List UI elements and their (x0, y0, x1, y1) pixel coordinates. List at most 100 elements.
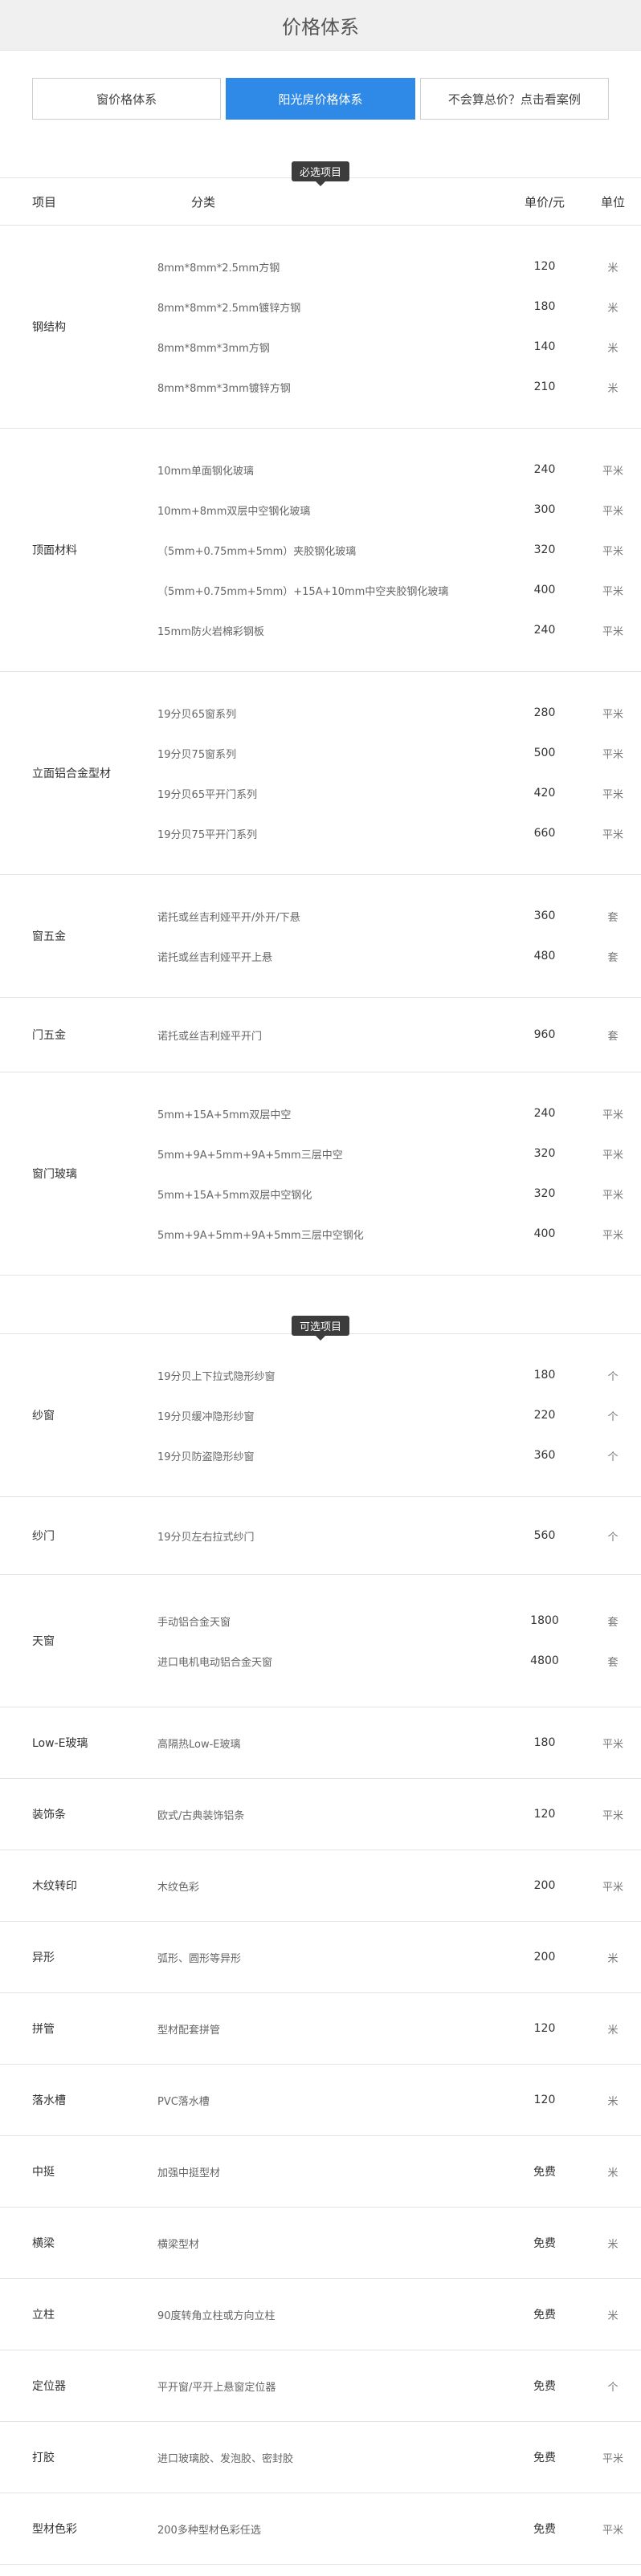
row-category: 8mm*8mm*3mm镀锌方钢 (157, 382, 291, 395)
row-price: 免费 (533, 2237, 556, 2250)
group-name: 窗门玻璃 (32, 1168, 77, 1181)
optional-section-header: 可选项目 (0, 1276, 641, 1336)
optional-groups: 纱窗 19分贝上下拉式隐形纱窗 180 个 19分贝缓冲隐形纱窗 220 个 19分贝防盗隐形… (0, 1334, 641, 2565)
group-rows: 5mm+15A+5mm双层中空 240 平米 5mm+9A+5mm+9A+5mm三层中… (157, 1072, 641, 1275)
group-name: 定位器 (32, 2380, 66, 2393)
group-rows: 诺托或丝吉利娅平开/外开/下悬 360 套诺托或丝吉利娅平开上悬 480 套 (157, 875, 641, 997)
table-row: 高隔热Low-E玻璃 180 平米 (157, 1707, 641, 1778)
table-row: 8mm*8mm*2.5mm方钢 120 米 (157, 246, 641, 287)
table-row: 进口玻璃胶、发泡胶、密封胶 免费 平米 (157, 2422, 641, 2493)
table-row: 19分贝防盗隐形纱窗 360 个 (157, 1435, 641, 1475)
tab-bar: 窗价格体系 阳光房价格体系 不会算总价？点击看案例 (0, 51, 641, 120)
page: 价格体系 窗价格体系 阳光房价格体系 不会算总价？点击看案例 必选项目 项目 分… (0, 0, 641, 2576)
group-rows: 19分贝65窗系列 280 平米 19分贝75窗系列 500 平米 19分贝65平开门系列 4… (157, 672, 641, 874)
group-name: 纱门 (32, 1530, 55, 1543)
row-unit: 平米 (602, 505, 623, 518)
tab-sunroom-price[interactable]: 阳光房价格体系 (226, 78, 415, 120)
group-name: 异形 (32, 1951, 55, 1964)
row-price: 220 (533, 1409, 556, 1422)
row-unit: 平米 (602, 2452, 623, 2465)
row-unit: 套 (607, 951, 619, 964)
row-unit: 米 (607, 302, 619, 315)
row-unit: 平米 (602, 1109, 623, 1121)
row-unit: 平米 (602, 788, 623, 801)
table-row: 5mm+15A+5mm双层中空钢化 320 平米 (157, 1174, 641, 1214)
price-group: 落水槽 PVC落水槽 120 米 (0, 2065, 641, 2136)
row-category: 手动铝合金天窗 (157, 1616, 231, 1629)
row-unit: 个 (607, 1451, 619, 1463)
row-category: 19分贝缓冲隐形纱窗 (157, 1410, 255, 1423)
row-unit: 平米 (602, 2524, 623, 2537)
price-group: 中挺 加强中挺型材 免费 米 (0, 2136, 641, 2208)
table-row: 19分贝左右拉式纱门 560 个 (157, 1497, 641, 1574)
row-price: 1800 (530, 1614, 559, 1627)
group-rows: 8mm*8mm*2.5mm方钢 120 米 8mm*8mm*2.5mm镀锌方钢 180 米… (157, 226, 641, 428)
table-row: 诺托或丝吉利娅平开门 960 套 (157, 998, 641, 1072)
row-price: 免费 (533, 2523, 556, 2536)
price-group: 立柱 90度转角立柱或方向立柱 免费 米 (0, 2279, 641, 2350)
table-row: 19分贝65窗系列 280 平米 (157, 693, 641, 733)
group-rows: 高隔热Low-E玻璃 180 平米 (157, 1707, 641, 1778)
table-row: 90度转角立柱或方向立柱 免费 米 (157, 2279, 641, 2350)
row-price: 120 (533, 2094, 556, 2106)
row-category: 10mm单面钢化玻璃 (157, 465, 254, 478)
tab-window-price[interactable]: 窗价格体系 (32, 78, 222, 120)
table-row: 平开窗/平开上悬窗定位器 免费 个 (157, 2350, 641, 2421)
row-unit: 平米 (602, 585, 623, 598)
group-rows: 加强中挺型材 免费 米 (157, 2136, 641, 2207)
row-price: 320 (533, 543, 556, 556)
row-category: 诺托或丝吉利娅平开/外开/下悬 (157, 911, 300, 924)
price-group: 天窗 手动铝合金天窗 1800 套进口电机电动铝合金天窗 4800 套 (0, 1575, 641, 1707)
group-rows: 平开窗/平开上悬窗定位器 免费 个 (157, 2350, 641, 2421)
row-category: 8mm*8mm*3mm方钢 (157, 342, 270, 355)
row-category: 19分贝上下拉式隐形纱窗 (157, 1370, 276, 1383)
row-unit: 米 (607, 262, 619, 275)
table-row: 200多种型材色彩任选 免费 平米 (157, 2493, 641, 2564)
row-price: 300 (533, 503, 556, 516)
table-row: 手动铝合金天窗 1800 套 (157, 1601, 641, 1641)
table-row: 横梁型材 免费 米 (157, 2208, 641, 2278)
row-category: 平开窗/平开上悬窗定位器 (157, 2381, 276, 2394)
row-price: 免费 (533, 2380, 556, 2393)
row-price: 240 (533, 1107, 556, 1120)
table-row: 木纹色彩 200 平米 (157, 1850, 641, 1921)
table-row: 19分贝上下拉式隐形纱窗 180 个 (157, 1355, 641, 1395)
row-category: 横梁型材 (157, 2238, 200, 2251)
row-unit: 套 (607, 1656, 619, 1669)
row-category: 欧式/古典装饰铝条 (157, 1809, 245, 1822)
price-group: 定位器 平开窗/平开上悬窗定位器 免费 个 (0, 2350, 641, 2422)
row-price: 180 (533, 300, 556, 313)
table-row: 诺托或丝吉利娅平开/外开/下悬 360 套 (157, 896, 641, 936)
row-price: 320 (533, 1187, 556, 1200)
group-rows: 诺托或丝吉利娅平开门 960 套 (157, 998, 641, 1072)
row-category: 高隔热Low-E玻璃 (157, 1738, 241, 1751)
group-name: 拼管 (32, 2023, 55, 2036)
price-group: 木纹转印 木纹色彩 200 平米 (0, 1850, 641, 1922)
row-unit: 套 (607, 1030, 619, 1043)
table-row: PVC落水槽 120 米 (157, 2065, 641, 2135)
row-price: 120 (533, 2022, 556, 2035)
row-unit: 平米 (602, 748, 623, 761)
row-unit: 套 (607, 1616, 619, 1629)
group-rows: 进口玻璃胶、发泡胶、密封胶 免费 平米 (157, 2422, 641, 2493)
row-category: 10mm+8mm双层中空钢化玻璃 (157, 505, 311, 518)
optional-section-label: 可选项目 (291, 1316, 350, 1336)
row-category: 19分贝防盗隐形纱窗 (157, 1451, 255, 1463)
row-category: 5mm+15A+5mm双层中空 (157, 1109, 292, 1121)
price-group: 钢结构 8mm*8mm*2.5mm方钢 120 米 8mm*8mm*2.5mm镀锌方钢 1… (0, 226, 641, 429)
row-price: 560 (533, 1529, 556, 1542)
table-row: 19分贝75窗系列 500 平米 (157, 733, 641, 773)
group-rows: 19分贝左右拉式纱门 560 个 (157, 1497, 641, 1574)
group-name: 木纹转印 (32, 1880, 77, 1893)
group-name: 窗五金 (32, 930, 66, 943)
row-unit: 个 (607, 1370, 619, 1383)
table-row: 8mm*8mm*3mm方钢 140 米 (157, 327, 641, 367)
price-group: 异形 弧形、圆形等异形 200 米 (0, 1922, 641, 1993)
tab-view-case[interactable]: 不会算总价？点击看案例 (419, 78, 609, 120)
column-header-item: 项目 (32, 194, 57, 210)
required-section-label: 必选项目 (291, 161, 350, 181)
row-price: 200 (533, 1879, 556, 1892)
row-price: 320 (533, 1147, 556, 1160)
price-group: 立面铝合金型材 19分贝65窗系列 280 平米 19分贝75窗系列 500 平米 19分贝6… (0, 672, 641, 875)
group-name: 纱窗 (32, 1410, 55, 1422)
